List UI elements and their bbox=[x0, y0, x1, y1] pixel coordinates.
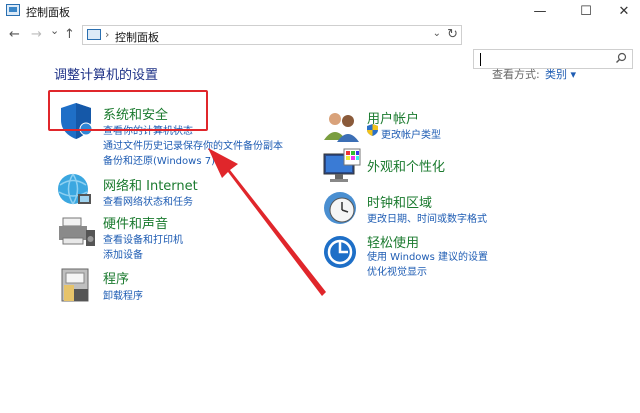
annotation-arrow bbox=[208, 148, 326, 296]
